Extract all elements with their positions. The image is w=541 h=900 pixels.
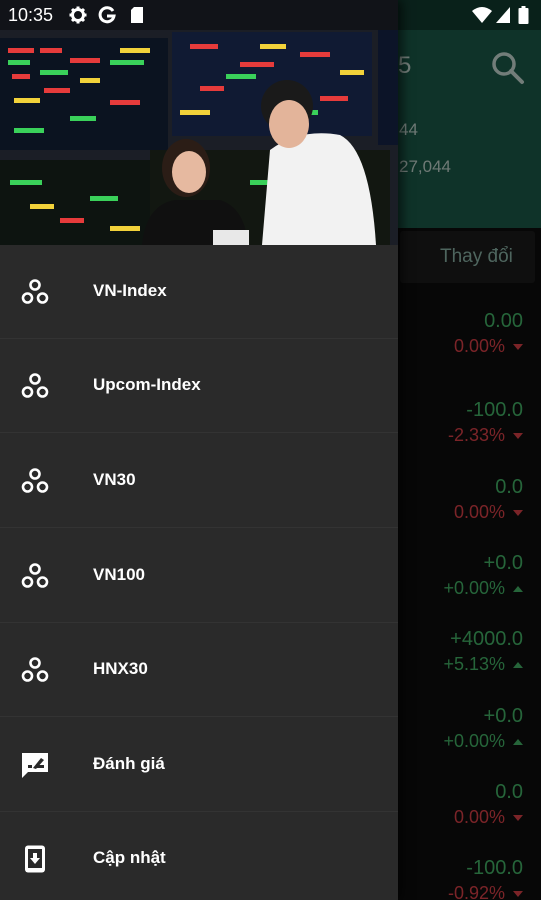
menu-item-rate[interactable]: Đánh giá <box>0 718 398 812</box>
battery-icon <box>518 6 529 24</box>
bubbles-icon <box>21 279 49 304</box>
menu-item-vn-index[interactable]: VN-Index <box>0 245 398 339</box>
menu-item-label: VN30 <box>93 470 136 489</box>
status-time: 10:35 <box>8 5 54 25</box>
drawer-header-image <box>0 0 398 245</box>
menu-item-label: Cập nhật <box>93 848 166 867</box>
rate-review-icon <box>22 753 48 778</box>
gear-icon <box>69 6 87 24</box>
bubbles-icon <box>21 468 49 493</box>
google-icon <box>98 6 116 24</box>
menu-item-vn100[interactable]: VN100 <box>0 529 398 623</box>
bubbles-icon <box>21 657 49 682</box>
menu-item-label: VN-Index <box>93 281 167 300</box>
wifi-icon <box>472 7 492 23</box>
menu-item-label: Upcom-Index <box>93 375 201 394</box>
status-bar: 10:35 <box>0 0 541 30</box>
signal-icon <box>496 7 510 23</box>
drawer-scrim[interactable] <box>398 0 541 900</box>
bubbles-icon <box>21 563 49 588</box>
menu-item-hnx30[interactable]: HNX30 <box>0 623 398 717</box>
sd-card-icon <box>131 7 143 23</box>
menu-item-vn30[interactable]: VN30 <box>0 434 398 528</box>
menu-item-label: Đánh giá <box>93 754 165 773</box>
menu-item-label: VN100 <box>93 565 145 584</box>
menu-item-label: HNX30 <box>93 659 148 678</box>
menu-item-upcom-index[interactable]: Upcom-Index <box>0 339 398 433</box>
menu-item-update[interactable]: Cập nhật <box>0 812 398 900</box>
navigation-drawer: VN-Index Upcom-Index VN30 VN100 HNX30 Đá… <box>0 0 398 900</box>
bubbles-icon <box>21 373 49 398</box>
system-update-icon <box>25 845 45 873</box>
